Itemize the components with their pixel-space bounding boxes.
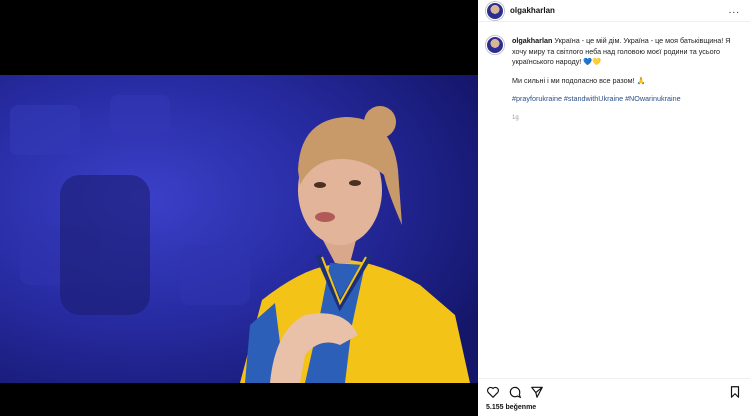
post-sidebar: olgakharlan ... olgakharlan Україна - це… [478,0,750,416]
post-photo[interactable] [0,75,478,383]
avatar[interactable] [486,1,504,20]
caption-avatar[interactable] [486,36,504,54]
media-pane [0,0,478,416]
username[interactable]: olgakharlan [510,6,555,15]
share-icon[interactable] [530,385,544,399]
likes-count[interactable]: 5.155 beğenme [486,404,536,411]
hashtags[interactable]: #prayforukraine #standwithUkraine #NOwar… [512,94,740,105]
post-time[interactable]: 1g [512,113,740,124]
comment-icon[interactable] [508,385,522,399]
athlete-photo-illustration [0,75,478,383]
more-options-icon[interactable]: ... [729,5,740,16]
post-header: olgakharlan ... [478,0,750,22]
caption-username[interactable]: olgakharlan [512,36,552,45]
heart-icon[interactable] [486,385,500,399]
caption: olgakharlan Україна - це мій дім. Україн… [478,22,750,123]
caption-body: olgakharlan Україна - це мій дім. Україн… [512,36,740,123]
caption-line-2: Ми сильні і ми подоласно все разом! 🙏 [512,75,646,85]
bookmark-icon[interactable] [728,385,742,399]
action-bar [478,378,750,400]
